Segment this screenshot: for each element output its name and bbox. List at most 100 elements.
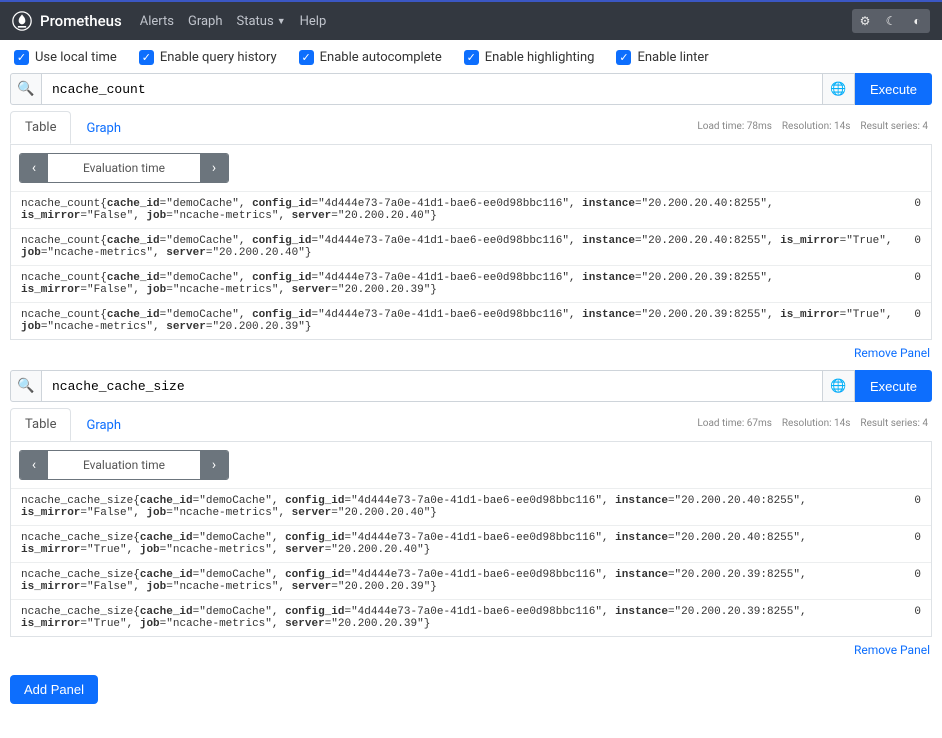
evaluation-time-control: ‹ Evaluation time ›	[19, 450, 229, 480]
eval-time-input[interactable]: Evaluation time	[48, 154, 200, 182]
expression-row: 🔍 🌐 Execute	[10, 73, 932, 105]
table-row[interactable]: ncache_cache_size{cache_id="demoCache", …	[11, 488, 931, 525]
expression-search-button[interactable]: 🔍	[10, 370, 42, 402]
opt-highlighting-label: Enable highlighting	[485, 50, 595, 65]
caret-down-icon: ▼	[277, 16, 286, 27]
opt-query-history-label: Enable query history	[160, 50, 277, 65]
expression-input[interactable]	[42, 370, 823, 402]
nav-alerts[interactable]: Alerts	[140, 14, 174, 29]
globe-icon: 🌐	[830, 379, 846, 394]
eval-next-button[interactable]: ›	[200, 451, 228, 479]
globe-icon: 🌐	[830, 82, 846, 97]
query-panel: 🔍 🌐 Execute Table Graph Load time: 67ms …	[10, 370, 932, 657]
eval-prev-button[interactable]: ‹	[20, 154, 48, 182]
search-icon: 🔍	[17, 378, 34, 394]
tab-graph[interactable]: Graph	[71, 409, 136, 441]
remove-panel-row: Remove Panel	[10, 340, 932, 360]
nav-graph[interactable]: Graph	[188, 14, 223, 29]
expression-input[interactable]	[42, 73, 823, 105]
moon-icon: ☾	[886, 14, 897, 28]
remove-panel-row: Remove Panel	[10, 637, 932, 657]
metrics-explorer-button[interactable]: 🌐	[823, 370, 855, 402]
gear-icon: ⚙	[860, 14, 871, 28]
tab-table[interactable]: Table	[10, 408, 71, 441]
table-body: ‹ Evaluation time › ncache_count{cache_i…	[10, 145, 932, 340]
metric-label: ncache_count{cache_id="demoCache", confi…	[21, 235, 894, 259]
expression-row: 🔍 🌐 Execute	[10, 370, 932, 402]
metric-label: ncache_count{cache_id="demoCache", confi…	[21, 272, 894, 296]
table-row[interactable]: ncache_cache_size{cache_id="demoCache", …	[11, 562, 931, 599]
brand[interactable]: Prometheus	[12, 11, 122, 31]
query-stats: Load time: 67ms Resolution: 14s Result s…	[697, 418, 932, 429]
remove-panel-link[interactable]: Remove Panel	[854, 346, 930, 360]
opt-linter[interactable]: ✓ Enable linter	[616, 50, 708, 65]
chevron-right-icon: ›	[212, 160, 216, 176]
metric-value: 0	[894, 569, 921, 593]
table-row[interactable]: ncache_cache_size{cache_id="demoCache", …	[11, 599, 931, 636]
metric-label: ncache_cache_size{cache_id="demoCache", …	[21, 495, 894, 519]
table-row[interactable]: ncache_count{cache_id="demoCache", confi…	[11, 191, 931, 228]
metric-label: ncache_cache_size{cache_id="demoCache", …	[21, 569, 894, 593]
opt-linter-label: Enable linter	[637, 50, 708, 65]
chevron-left-icon: ‹	[32, 457, 36, 473]
execute-button[interactable]: Execute	[855, 73, 932, 105]
checkbox-icon: ✓	[616, 50, 631, 65]
eval-time-input[interactable]: Evaluation time	[48, 451, 200, 479]
prometheus-logo-icon	[12, 11, 32, 31]
opt-query-history[interactable]: ✓Enable query history	[139, 50, 277, 65]
metric-label: ncache_cache_size{cache_id="demoCache", …	[21, 532, 894, 556]
stat-resolution: Resolution: 14s	[782, 418, 851, 429]
metric-value: 0	[894, 495, 921, 519]
opt-local-time-label: Use local time	[35, 50, 117, 65]
table-row[interactable]: ncache_count{cache_id="demoCache", confi…	[11, 302, 931, 339]
tabs: Table Graph Load time: 78ms Resolution: …	[10, 109, 932, 145]
table-row[interactable]: ncache_cache_size{cache_id="demoCache", …	[11, 525, 931, 562]
contrast-icon: ◐	[913, 14, 920, 28]
nav-items: Alerts Graph Status ▼ Help	[140, 14, 327, 29]
execute-button[interactable]: Execute	[855, 370, 932, 402]
table-body: ‹ Evaluation time › ncache_cache_size{ca…	[10, 442, 932, 637]
add-panel-button[interactable]: Add Panel	[10, 675, 98, 704]
stat-result-series: Result series: 4	[860, 121, 928, 132]
opt-highlighting[interactable]: ✓ Enable highlighting	[464, 50, 595, 65]
query-panel: 🔍 🌐 Execute Table Graph Load time: 78ms …	[10, 73, 932, 360]
opt-autocomplete-label: Enable autocomplete	[320, 50, 442, 65]
theme-auto-button[interactable]: ⚙	[852, 9, 878, 33]
table-row[interactable]: ncache_count{cache_id="demoCache", confi…	[11, 265, 931, 302]
checkbox-icon: ✓	[299, 50, 314, 65]
stat-load-time: Load time: 67ms	[697, 418, 772, 429]
metric-value: 0	[894, 532, 921, 556]
theme-switcher: ⚙ ☾ ◐	[852, 9, 930, 33]
remove-panel-link[interactable]: Remove Panel	[854, 643, 930, 657]
eval-next-button[interactable]: ›	[200, 154, 228, 182]
metric-value: 0	[894, 309, 921, 333]
metric-value: 0	[894, 606, 921, 630]
chevron-right-icon: ›	[212, 457, 216, 473]
metric-label: ncache_count{cache_id="demoCache", confi…	[21, 198, 894, 222]
query-stats: Load time: 78ms Resolution: 14s Result s…	[697, 121, 932, 132]
expression-search-button[interactable]: 🔍	[10, 73, 42, 105]
checkbox-icon: ✓	[464, 50, 479, 65]
nav-help[interactable]: Help	[300, 14, 327, 29]
evaluation-time-control: ‹ Evaluation time ›	[19, 153, 229, 183]
tab-graph[interactable]: Graph	[71, 112, 136, 144]
metric-value: 0	[894, 235, 921, 259]
opt-autocomplete[interactable]: ✓ Enable autocomplete	[299, 50, 442, 65]
query-options: ✓Use local time ✓Enable query history ✓E…	[0, 40, 942, 73]
nav-status[interactable]: Status ▼	[237, 14, 286, 29]
tab-table[interactable]: Table	[10, 111, 71, 144]
theme-light-button[interactable]: ◐	[904, 9, 930, 33]
tabs: Table Graph Load time: 67ms Resolution: …	[10, 406, 932, 442]
theme-dark-button[interactable]: ☾	[878, 9, 904, 33]
checkbox-icon: ✓	[14, 50, 29, 65]
stat-resolution: Resolution: 14s	[782, 121, 851, 132]
opt-local-time[interactable]: ✓ Use local time	[14, 50, 117, 65]
table-row[interactable]: ncache_count{cache_id="demoCache", confi…	[11, 228, 931, 265]
stat-load-time: Load time: 78ms	[697, 121, 772, 132]
eval-prev-button[interactable]: ‹	[20, 451, 48, 479]
metric-label: ncache_cache_size{cache_id="demoCache", …	[21, 606, 894, 630]
nav-status-label: Status	[237, 14, 274, 29]
metric-value: 0	[894, 198, 921, 222]
stat-result-series: Result series: 4	[860, 418, 928, 429]
metrics-explorer-button[interactable]: 🌐	[823, 73, 855, 105]
